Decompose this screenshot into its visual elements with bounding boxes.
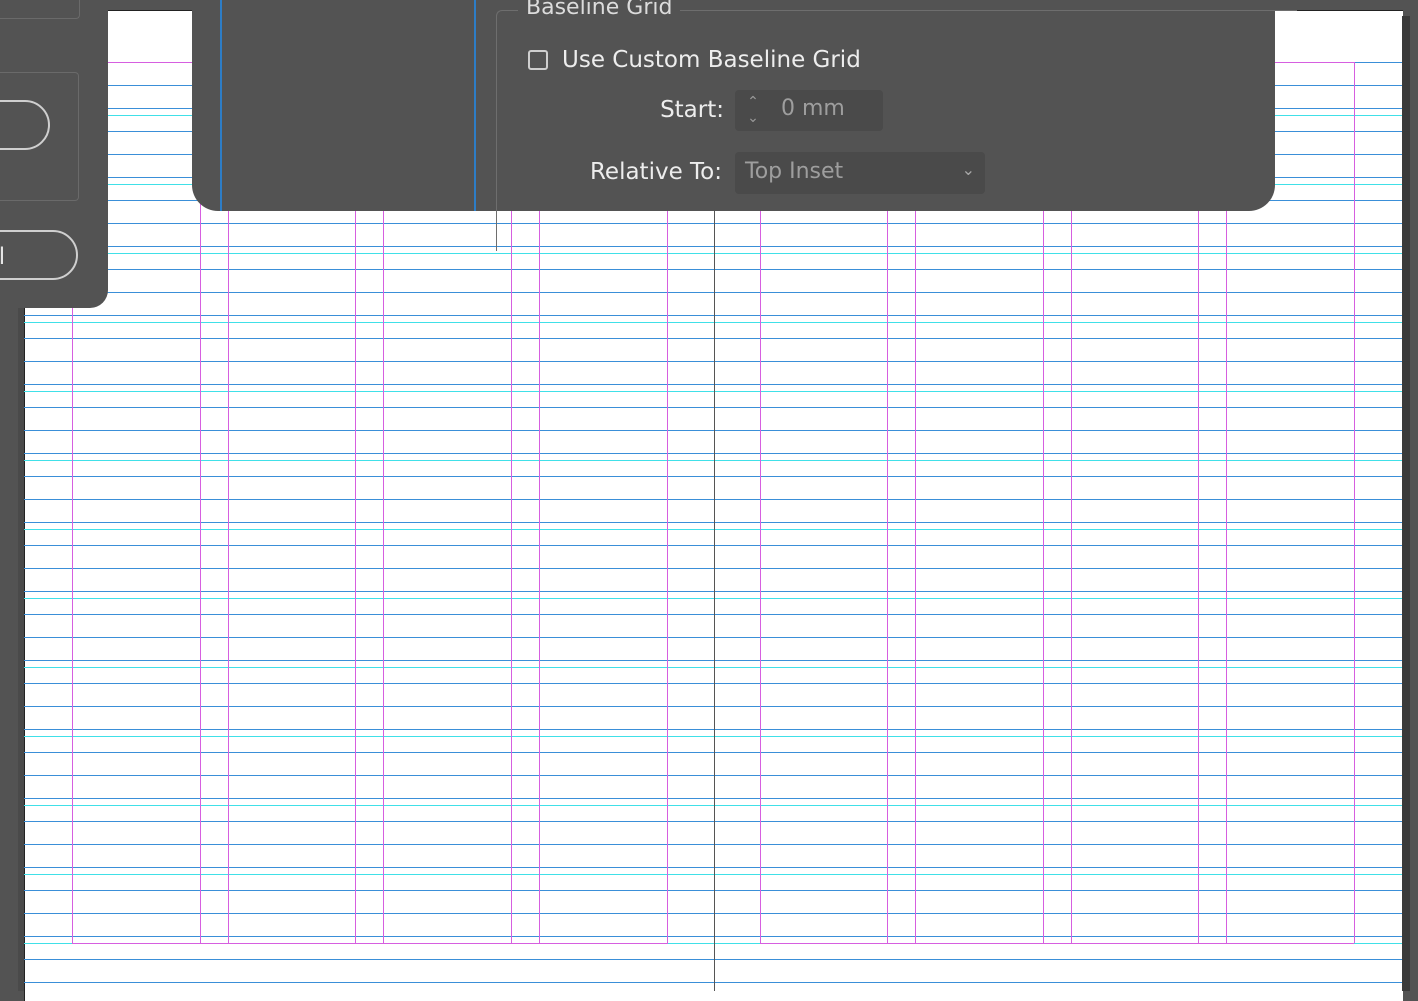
- start-label: Start:: [660, 97, 724, 123]
- cancel-button-label: cel: [0, 244, 5, 270]
- secondary-dialog: … cel: [0, 0, 108, 308]
- partial-button[interactable]: …: [0, 100, 50, 150]
- relative-to-label: Relative To:: [589, 159, 722, 185]
- stepper-icon[interactable]: ⌃ ⌄: [743, 94, 763, 127]
- panel-divider-left: [220, 0, 222, 211]
- use-custom-baseline-row[interactable]: Use Custom Baseline Grid: [528, 43, 861, 77]
- chevron-down-icon[interactable]: ⌄: [962, 160, 975, 179]
- grids-preferences-dialog: Baseline Grid Use Custom Baseline Grid S…: [192, 0, 1297, 251]
- group-title: Baseline Grid: [518, 0, 681, 22]
- relative-to-value[interactable]: Top Inset: [745, 159, 843, 184]
- use-custom-baseline-checkbox[interactable]: [528, 50, 548, 70]
- start-field[interactable]: ⌃ ⌄ 0 mm: [735, 90, 883, 131]
- relative-to-select[interactable]: Top Inset ⌄: [735, 152, 985, 194]
- panel-divider-right: [474, 0, 476, 211]
- cancel-button[interactable]: cel: [0, 230, 78, 280]
- use-custom-baseline-label[interactable]: Use Custom Baseline Grid: [562, 47, 861, 73]
- top-field-box: [0, 0, 80, 19]
- start-value[interactable]: 0 mm: [781, 96, 845, 121]
